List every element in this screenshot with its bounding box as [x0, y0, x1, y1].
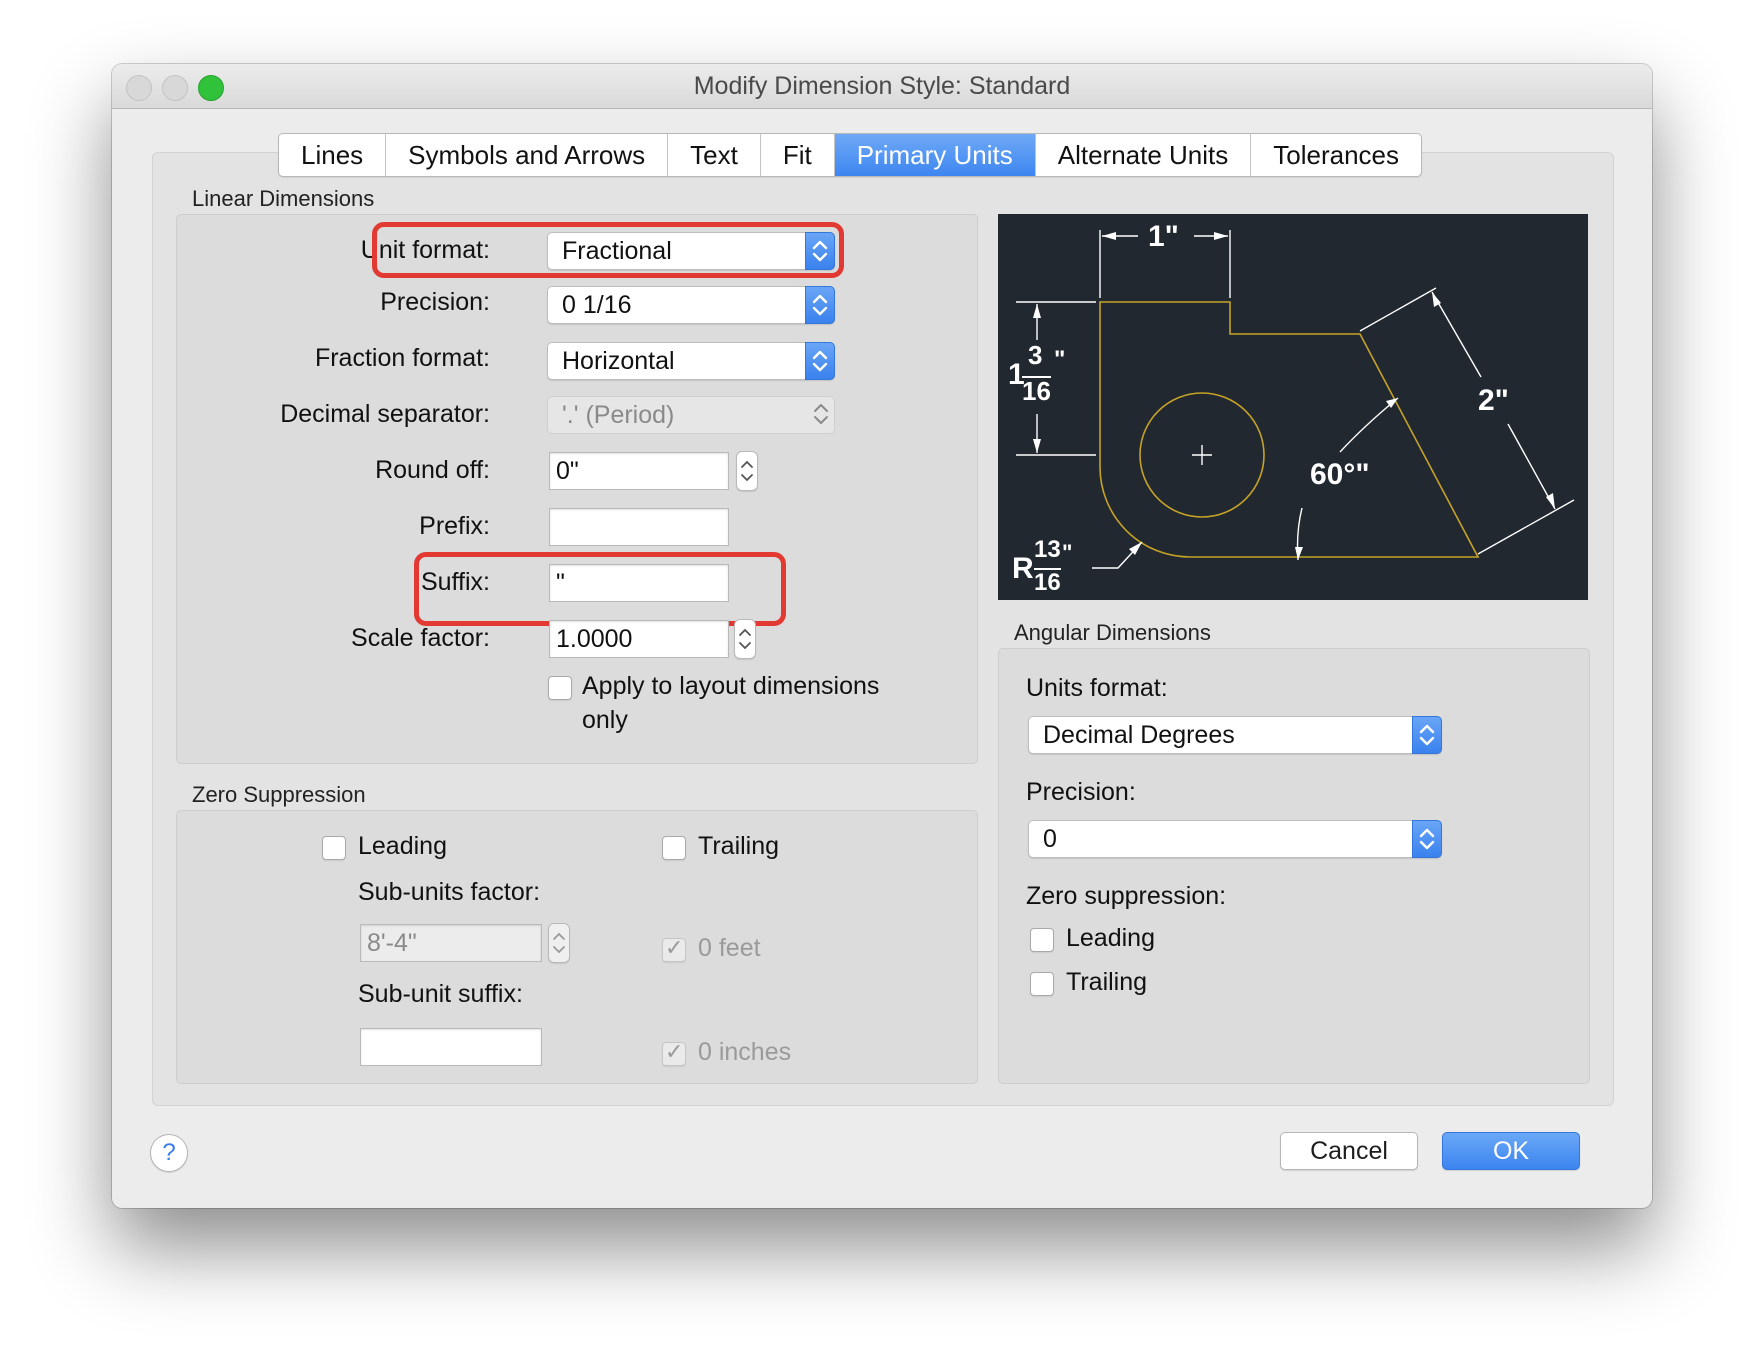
- preview-dim-angle: 60°": [1310, 458, 1370, 491]
- angular-dimensions-label: Angular Dimensions: [1014, 620, 1211, 645]
- zero-suppression-label: Zero Suppression: [192, 782, 366, 807]
- tab-alternate-units[interactable]: Alternate Units: [1036, 134, 1252, 176]
- scale-factor-label: Scale factor:: [351, 624, 490, 652]
- tab-fit[interactable]: Fit: [761, 134, 835, 176]
- angular-precision-value: 0: [1043, 825, 1057, 853]
- help-button[interactable]: ?: [150, 1134, 188, 1172]
- decimal-separator-label: Decimal separator:: [280, 400, 490, 428]
- tab-bar: Lines Symbols and Arrows Text Fit Primar…: [278, 133, 1422, 177]
- preview-dim-radius-unit: ": [1062, 540, 1073, 565]
- round-off-value: 0": [556, 457, 579, 485]
- sub-units-factor-value: 8'-4": [367, 929, 417, 957]
- suffix-highlight: [414, 552, 786, 626]
- dialog-window: Modify Dimension Style: Standard Lines S…: [112, 64, 1652, 1208]
- apply-layout-checkbox[interactable]: [548, 676, 572, 700]
- chevron-updown-icon: [805, 286, 835, 324]
- zero-suppression-group: [176, 810, 978, 1084]
- cancel-button[interactable]: Cancel: [1280, 1132, 1418, 1170]
- fraction-format-select[interactable]: Horizontal: [547, 342, 835, 380]
- preview-dim-left-den: 16: [1022, 376, 1051, 406]
- trailing-label: Trailing: [698, 832, 780, 860]
- window-title: Modify Dimension Style: Standard: [693, 72, 1071, 100]
- zero-inches-checkbox[interactable]: ✓: [662, 1040, 686, 1066]
- tab-text[interactable]: Text: [668, 134, 761, 176]
- preview-dim-radius-den: 16: [1034, 568, 1061, 596]
- sub-unit-suffix-input[interactable]: [360, 1028, 542, 1066]
- zero-feet-label: 0 feet: [698, 934, 761, 962]
- chevron-updown-icon: [805, 342, 835, 380]
- angular-zero-suppression-label: Zero suppression:: [1026, 882, 1227, 910]
- dimension-preview: 1" 1 3 16 " 2" 60°" R 13 16 ": [998, 214, 1588, 600]
- round-off-input[interactable]: 0": [549, 452, 729, 490]
- sub-units-factor-label: Sub-units factor:: [358, 878, 541, 906]
- unit-format-highlight: [372, 222, 844, 278]
- scale-factor-input[interactable]: 1.0000: [549, 620, 729, 658]
- sub-unit-suffix-label: Sub-unit suffix:: [358, 980, 523, 1008]
- preview-dim-left-unit: ": [1054, 346, 1066, 373]
- tab-tolerances[interactable]: Tolerances: [1251, 134, 1421, 176]
- scale-factor-value: 1.0000: [556, 625, 633, 653]
- fraction-format-value: Horizontal: [562, 347, 675, 375]
- sub-units-factor-stepper[interactable]: [548, 923, 570, 963]
- angular-leading-label: Leading: [1066, 924, 1155, 952]
- decimal-separator-select[interactable]: '.' (Period): [547, 396, 835, 434]
- linear-dimensions-label: Linear Dimensions: [192, 186, 375, 211]
- chevron-updown-icon: [1412, 820, 1442, 858]
- chevron-updown-icon: [1412, 716, 1442, 754]
- fraction-format-label: Fraction format:: [314, 344, 490, 372]
- leading-checkbox[interactable]: [322, 836, 346, 860]
- title-bar: Modify Dimension Style: Standard: [112, 64, 1652, 109]
- round-off-label: Round off:: [375, 456, 490, 484]
- trailing-checkbox[interactable]: [662, 836, 686, 860]
- leading-label: Leading: [358, 832, 447, 860]
- ok-button[interactable]: OK: [1442, 1132, 1580, 1170]
- tab-lines[interactable]: Lines: [279, 134, 387, 176]
- angular-precision-label: Precision:: [1026, 778, 1136, 806]
- angular-trailing-label: Trailing: [1066, 968, 1148, 996]
- apply-layout-label-line1: Apply to layout dimensions: [582, 672, 880, 700]
- angular-leading-checkbox[interactable]: [1030, 928, 1054, 952]
- prefix-label: Prefix:: [419, 512, 490, 540]
- angular-units-format-select[interactable]: Decimal Degrees: [1028, 716, 1442, 754]
- zero-feet-checkbox[interactable]: ✓: [662, 936, 686, 962]
- tab-primary-units[interactable]: Primary Units: [834, 134, 1036, 176]
- chevron-updown-icon: [807, 396, 835, 432]
- angular-dimensions-group: [998, 648, 1590, 1084]
- preview-dim-left-num: 3: [1028, 340, 1043, 370]
- angular-precision-select[interactable]: 0: [1028, 820, 1442, 858]
- preview-dim-radius-num: 13: [1034, 536, 1061, 563]
- preview-dim-right: 2": [1478, 384, 1509, 417]
- round-off-stepper[interactable]: [736, 451, 758, 491]
- angular-units-format-value: Decimal Degrees: [1043, 721, 1235, 749]
- scale-factor-stepper[interactable]: [734, 619, 756, 659]
- apply-layout-label-line2: only: [582, 706, 628, 734]
- precision-select[interactable]: 0 1/16: [547, 286, 835, 324]
- angular-units-format-label: Units format:: [1026, 674, 1168, 702]
- precision-value: 0 1/16: [562, 291, 632, 319]
- precision-label: Precision:: [380, 288, 490, 316]
- check-icon: ✓: [665, 936, 684, 961]
- decimal-separator-value: '.' (Period): [562, 401, 675, 429]
- prefix-input[interactable]: [549, 508, 729, 546]
- tab-symbols-and-arrows[interactable]: Symbols and Arrows: [386, 134, 669, 176]
- sub-units-factor-input[interactable]: 8'-4": [360, 924, 542, 962]
- check-icon: ✓: [665, 1040, 684, 1065]
- angular-trailing-checkbox[interactable]: [1030, 972, 1054, 996]
- zero-inches-label: 0 inches: [698, 1038, 792, 1066]
- preview-dim-radius-prefix: R: [1012, 552, 1034, 585]
- preview-dim-top: 1": [1148, 220, 1179, 253]
